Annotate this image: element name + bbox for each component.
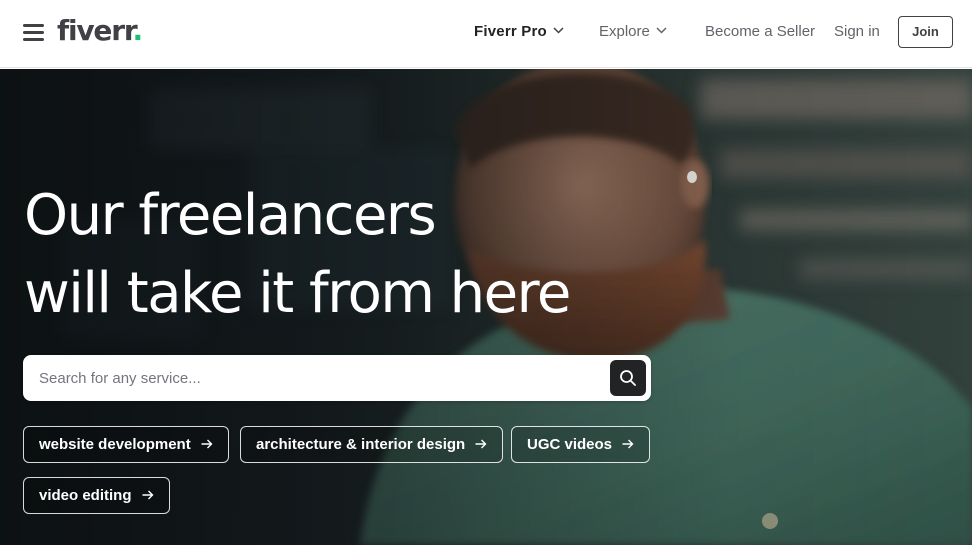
nav-fiverr-pro[interactable]: Fiverr Pro <box>474 22 564 42</box>
arrow-right-icon <box>622 439 634 449</box>
search-bar <box>23 355 651 401</box>
logo-dot: . <box>132 14 143 47</box>
hero-headline-line2: will take it from here <box>24 261 571 326</box>
nav-become-seller[interactable]: Become a Seller <box>705 22 815 42</box>
nav-explore-label: Explore <box>599 23 650 40</box>
chip-label: website development <box>39 436 191 453</box>
hero-section: Our freelancers will take it from here w… <box>0 69 972 545</box>
search-input[interactable] <box>37 363 597 393</box>
popular-chip-architecture-interior-design[interactable]: architecture & interior design <box>240 426 504 463</box>
popular-chip-website-development[interactable]: website development <box>23 426 229 463</box>
chip-label: architecture & interior design <box>256 436 466 453</box>
join-button[interactable]: Join <box>898 16 953 48</box>
arrow-right-icon <box>142 490 154 500</box>
chip-label: video editing <box>39 487 132 504</box>
arrow-right-icon <box>201 439 213 449</box>
fiverr-logo[interactable]: fiverr. <box>57 13 143 49</box>
logo-text: fiverr <box>57 14 134 47</box>
nav-explore[interactable]: Explore <box>599 22 667 42</box>
hero-headline-line1: Our freelancers <box>24 183 437 248</box>
chevron-down-icon <box>553 27 564 34</box>
menu-icon[interactable] <box>23 22 44 42</box>
nav-fiverr-pro-label: Fiverr Pro <box>474 23 547 40</box>
search-icon <box>620 370 636 386</box>
chevron-down-icon <box>656 27 667 34</box>
hero-headline: Our freelancers will take it from here <box>24 177 571 333</box>
arrow-right-icon <box>475 439 487 449</box>
top-navigation-bar: fiverr. Fiverr Pro Explore Become a Sell… <box>0 0 972 68</box>
chip-label: UGC videos <box>527 436 613 453</box>
popular-chip-video-editing[interactable]: video editing <box>23 477 170 514</box>
search-button[interactable] <box>610 360 646 396</box>
popular-chip-ugc-videos[interactable]: UGC videos <box>511 426 651 463</box>
nav-sign-in[interactable]: Sign in <box>834 22 880 42</box>
